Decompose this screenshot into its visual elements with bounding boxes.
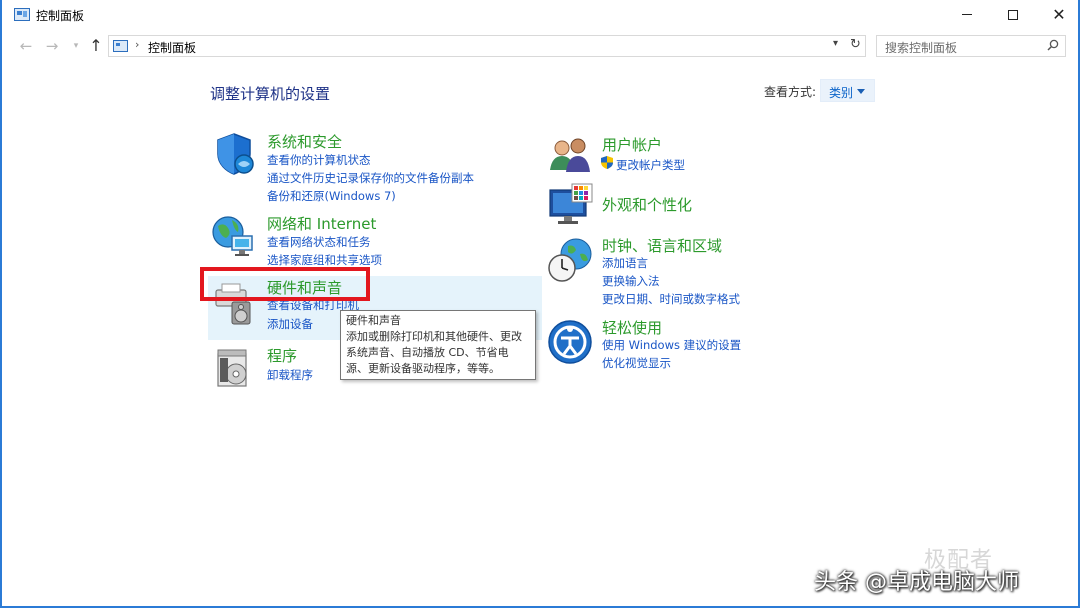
- view-by-dropdown[interactable]: 类别: [820, 79, 875, 102]
- address-bar[interactable]: › 控制面板 ▾ ↻: [108, 35, 866, 57]
- breadcrumb-control-panel[interactable]: 控制面板: [148, 39, 196, 56]
- clock-globe-icon: [548, 238, 592, 282]
- category-title-network[interactable]: 网络和 Internet: [267, 213, 376, 234]
- uac-shield-icon: [601, 156, 613, 169]
- programs-disc-icon: [217, 349, 247, 387]
- category-title-programs[interactable]: 程序: [267, 345, 297, 366]
- recent-locations-chevron-icon[interactable]: ▾: [66, 36, 86, 56]
- control-panel-icon: [113, 40, 128, 52]
- title-bar[interactable]: 控制面板 ✕: [2, 0, 1078, 30]
- tooltip-line: 系统声音、自动播放 CD、节省电: [346, 346, 509, 359]
- refresh-icon[interactable]: ↻: [850, 37, 861, 52]
- watermark-caption: 头条 @卓成电脑大师: [814, 570, 1019, 595]
- address-dropdown-icon[interactable]: ▾: [833, 38, 838, 49]
- control-panel-window: 控制面板 ✕ ← → ▾ ↑ › 控制面板 ▾ ↻ 搜索控制面板 调整计算机的设…: [0, 0, 1080, 608]
- link-change-account-type[interactable]: 更改帐户类型: [616, 157, 685, 173]
- link-recommended-settings[interactable]: 使用 Windows 建议的设置: [602, 337, 741, 353]
- view-by-label: 查看方式:: [764, 85, 817, 99]
- page-title: 调整计算机的设置: [210, 85, 331, 103]
- navigation-bar: ← → ▾ ↑ › 控制面板 ▾ ↻ 搜索控制面板: [2, 30, 1078, 62]
- link-network-status[interactable]: 查看网络状态和任务: [267, 234, 371, 250]
- link-add-language[interactable]: 添加语言: [602, 255, 648, 271]
- breadcrumb-separator-icon[interactable]: ›: [135, 38, 139, 51]
- highlight-annotation-box: [200, 267, 370, 301]
- ease-of-access-icon: [548, 320, 592, 364]
- search-placeholder: 搜索控制面板: [885, 41, 958, 55]
- tooltip-line: 添加或删除打印机和其他硬件、更改: [346, 330, 522, 343]
- link-change-date-time-format[interactable]: 更改日期、时间或数字格式: [602, 291, 740, 307]
- forward-arrow-icon[interactable]: →: [42, 36, 62, 56]
- tooltip: 硬件和声音 添加或删除打印机和其他硬件、更改 系统声音、自动播放 CD、节省电 …: [340, 310, 536, 380]
- network-globe-icon: [212, 216, 253, 256]
- back-arrow-icon[interactable]: ←: [16, 36, 36, 56]
- search-input[interactable]: 搜索控制面板: [876, 35, 1066, 57]
- link-add-device[interactable]: 添加设备: [267, 316, 313, 332]
- shield-icon: [217, 133, 254, 175]
- view-by-value: 类别: [829, 86, 854, 100]
- category-title-user-accounts[interactable]: 用户帐户: [602, 134, 662, 155]
- category-title-clock-region[interactable]: 时钟、语言和区域: [602, 235, 722, 256]
- category-title-system-security[interactable]: 系统和安全: [267, 131, 342, 152]
- close-button[interactable]: ✕: [1036, 0, 1080, 30]
- link-view-computer-status[interactable]: 查看你的计算机状态: [267, 152, 371, 168]
- minimize-icon: [962, 14, 972, 15]
- link-file-history[interactable]: 通过文件历史记录保存你的文件备份副本: [267, 170, 474, 186]
- link-uninstall-program[interactable]: 卸载程序: [267, 367, 313, 383]
- close-icon: ✕: [1052, 5, 1066, 24]
- minimize-button[interactable]: [944, 0, 990, 30]
- link-optimize-visual-display[interactable]: 优化视觉显示: [602, 355, 671, 371]
- link-backup-restore[interactable]: 备份和还原(Windows 7): [267, 188, 396, 204]
- link-change-input-method[interactable]: 更换输入法: [602, 273, 660, 289]
- category-title-ease-of-access[interactable]: 轻松使用: [602, 317, 662, 338]
- control-panel-icon: [14, 8, 30, 21]
- maximize-button[interactable]: [990, 0, 1036, 30]
- up-arrow-icon[interactable]: ↑: [86, 36, 106, 56]
- tooltip-line: 硬件和声音: [346, 314, 401, 327]
- search-icon[interactable]: [1047, 39, 1059, 51]
- category-title-appearance[interactable]: 外观和个性化: [602, 194, 692, 215]
- tooltip-line: 源、更新设备驱动程序，等等。: [346, 362, 500, 375]
- users-icon: [550, 138, 590, 172]
- link-homegroup[interactable]: 选择家庭组和共享选项: [267, 252, 382, 268]
- monitor-palette-icon: [549, 183, 593, 224]
- chevron-down-icon: [857, 89, 865, 94]
- window-title: 控制面板: [36, 9, 85, 23]
- maximize-icon: [1008, 9, 1018, 20]
